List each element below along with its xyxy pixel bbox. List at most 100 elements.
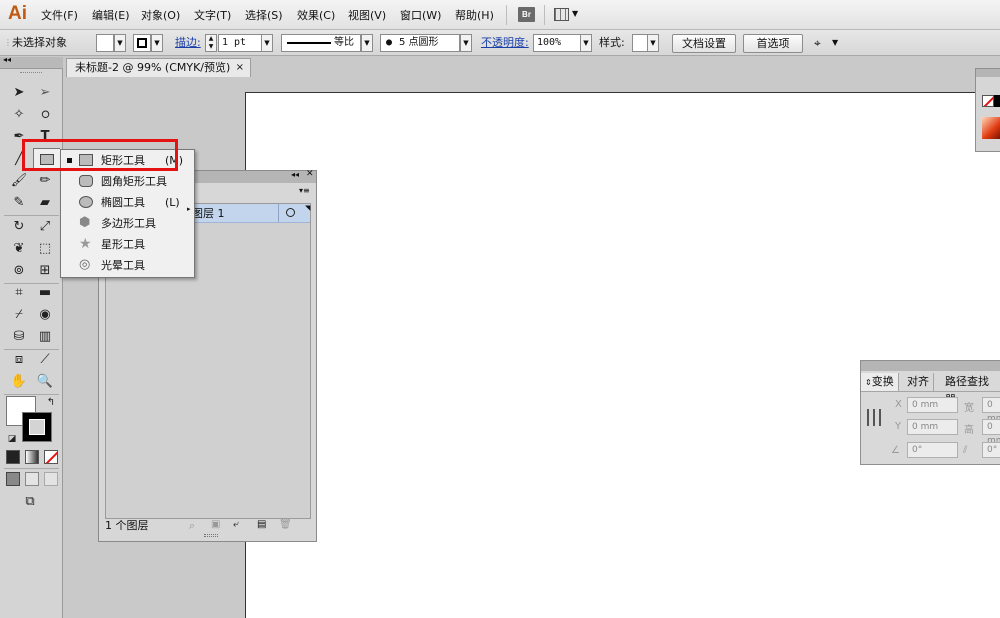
lasso-tool-icon[interactable]: ഠ bbox=[35, 105, 55, 125]
rotate-field[interactable]: 0° bbox=[907, 442, 958, 458]
menu-file[interactable]: 文件(F) bbox=[41, 7, 78, 23]
width-field[interactable]: 0 mm bbox=[982, 397, 1000, 424]
collapse-icon[interactable]: ◂◂ bbox=[291, 170, 299, 179]
blend-tool-icon[interactable]: ◉ bbox=[35, 305, 55, 325]
menu-help[interactable]: 帮助(H) bbox=[455, 7, 494, 23]
stroke-profile-field[interactable]: 等比 bbox=[281, 34, 361, 52]
zoom-tool-icon[interactable]: 🔍 bbox=[35, 372, 55, 392]
collapse-icon[interactable]: ◂◂ bbox=[3, 55, 11, 64]
stroke-weight-stepper[interactable]: ▲ ▼ bbox=[205, 34, 217, 52]
menu-effect[interactable]: 效果(C) bbox=[297, 7, 335, 23]
selection-tool-icon[interactable]: ➤ bbox=[9, 83, 29, 103]
style-swatch[interactable] bbox=[632, 34, 648, 52]
opacity-dropdown[interactable]: ▼ bbox=[580, 34, 592, 52]
stroke-color[interactable] bbox=[22, 412, 52, 442]
pencil-tool-icon[interactable]: ✏ bbox=[35, 171, 55, 191]
opacity-label[interactable]: 不透明度: bbox=[481, 34, 529, 52]
screen-mode-icon[interactable]: ⧉ bbox=[20, 492, 40, 512]
flyout-item-flare[interactable]: ◎ 光晕工具 bbox=[61, 255, 194, 276]
search-icon[interactable]: ⌕ bbox=[189, 519, 195, 533]
arrange-documents-button[interactable]: ▼ bbox=[554, 7, 580, 23]
menu-edit[interactable]: 编辑(E) bbox=[92, 7, 130, 23]
none-swatch[interactable] bbox=[982, 95, 994, 107]
document-tab[interactable]: 未标题-2 @ 99% (CMYK/预览) × bbox=[66, 58, 251, 77]
eraser-tool-icon[interactable]: ▰ bbox=[35, 193, 55, 213]
draw-normal-icon[interactable] bbox=[6, 472, 20, 486]
preferences-button[interactable]: 首选项 bbox=[743, 34, 803, 53]
resize-grip-icon[interactable] bbox=[204, 534, 218, 537]
new-layer-icon[interactable]: ▤ bbox=[257, 519, 266, 530]
menu-object[interactable]: 对象(O) bbox=[141, 7, 180, 23]
slice-tool-icon[interactable]: ⟋ bbox=[35, 350, 55, 370]
draw-inside-icon[interactable] bbox=[44, 472, 58, 486]
close-icon[interactable]: ✕ bbox=[306, 169, 314, 179]
flyout-item-star[interactable]: ★ 星形工具 bbox=[61, 234, 194, 255]
tab-align[interactable]: 对齐 bbox=[903, 373, 934, 391]
perspective-grid-tool-icon[interactable]: ⊞ bbox=[35, 261, 55, 281]
flyout-item-rounded-rectangle[interactable]: 圆角矩形工具 bbox=[61, 171, 194, 192]
paintbrush-tool-icon[interactable]: 🖌 bbox=[9, 171, 29, 191]
tab-pathfinder[interactable]: 路径查找器 bbox=[941, 373, 1000, 406]
new-sublayer-icon[interactable]: ⤶ bbox=[233, 519, 239, 530]
style-dropdown[interactable]: ▼ bbox=[647, 34, 659, 52]
tab-transform[interactable]: ⇕变换 bbox=[861, 373, 899, 391]
eyedropper-tool-icon[interactable]: ⌿ bbox=[9, 305, 29, 325]
trash-icon[interactable]: 🗑 bbox=[279, 519, 292, 530]
panel-menu-icon[interactable]: ▾≡ bbox=[299, 186, 310, 195]
artboard[interactable] bbox=[245, 92, 1000, 618]
shear-field[interactable]: 0° bbox=[982, 442, 1000, 458]
rotate-tool-icon[interactable]: ↻ bbox=[9, 217, 29, 237]
reference-point-icon[interactable] bbox=[867, 409, 884, 426]
gradient-tool-icon[interactable]: ▬ bbox=[35, 283, 55, 303]
warp-tool-icon[interactable]: ❦ bbox=[9, 239, 29, 259]
height-field[interactable]: 0 mm bbox=[982, 419, 1000, 446]
make-clip-icon[interactable]: ▣ bbox=[211, 519, 220, 530]
draw-behind-icon[interactable] bbox=[25, 472, 39, 486]
symbol-sprayer-tool-icon[interactable]: ⛁ bbox=[9, 327, 29, 347]
stroke-profile-dropdown[interactable]: ▼ bbox=[361, 34, 373, 52]
blob-brush-tool-icon[interactable]: ✎ bbox=[9, 193, 29, 213]
chevron-down-icon[interactable]: ▼ bbox=[832, 34, 838, 52]
bridge-button[interactable]: Br bbox=[518, 7, 535, 22]
none-mode-icon[interactable] bbox=[44, 450, 58, 464]
arrange-icon[interactable]: ⌖ bbox=[814, 34, 821, 52]
column-graph-tool-icon[interactable]: ▥ bbox=[35, 327, 55, 347]
black-swatch[interactable] bbox=[994, 95, 1000, 107]
menu-select[interactable]: 选择(S) bbox=[245, 7, 283, 23]
close-icon[interactable]: × bbox=[236, 59, 244, 77]
direct-selection-tool-icon[interactable]: ➢ bbox=[35, 83, 55, 103]
mesh-tool-icon[interactable]: ⌗ bbox=[9, 283, 29, 303]
target-icon[interactable] bbox=[286, 208, 295, 217]
brush-dropdown[interactable]: ▼ bbox=[460, 34, 472, 52]
stroke-swatch[interactable] bbox=[133, 34, 151, 52]
swap-icon[interactable]: ↰ bbox=[41, 393, 61, 413]
stroke-weight-dropdown[interactable]: ▼ bbox=[261, 34, 273, 52]
magic-wand-tool-icon[interactable]: ✧ bbox=[9, 105, 29, 125]
fill-swatch[interactable] bbox=[96, 34, 114, 52]
color-spectrum[interactable] bbox=[982, 117, 1000, 139]
color-mode-icon[interactable] bbox=[6, 450, 20, 464]
brush-field[interactable]: ● 5 点圆形 bbox=[380, 34, 460, 52]
y-field[interactable]: 0 mm bbox=[907, 419, 958, 435]
stroke-label[interactable]: 描边: bbox=[175, 34, 201, 52]
scale-tool-icon[interactable]: ⤢ bbox=[35, 217, 55, 237]
flyout-item-polygon[interactable]: ⬢ 多边形工具 bbox=[61, 213, 194, 234]
menu-view[interactable]: 视图(V) bbox=[348, 7, 386, 23]
expand-icon: ⇕ bbox=[865, 378, 872, 387]
flyout-item-ellipse[interactable]: 椭圆工具 (L) bbox=[61, 192, 194, 213]
hand-tool-icon[interactable]: ✋ bbox=[9, 372, 29, 392]
x-field[interactable]: 0 mm bbox=[907, 397, 958, 413]
selection-status: 未选择对象 bbox=[12, 36, 67, 49]
default-colors-icon[interactable]: ◪ bbox=[2, 429, 22, 449]
gradient-mode-icon[interactable] bbox=[25, 450, 39, 464]
opacity-field[interactable]: 100% bbox=[533, 34, 581, 52]
document-setup-button[interactable]: 文档设置 bbox=[672, 34, 736, 53]
menu-type[interactable]: 文字(T) bbox=[194, 7, 231, 23]
shape-builder-tool-icon[interactable]: ⊚ bbox=[9, 261, 29, 281]
artboard-tool-icon[interactable]: ⧈ bbox=[9, 350, 29, 370]
menu-window[interactable]: 窗口(W) bbox=[400, 7, 441, 23]
free-transform-tool-icon[interactable]: ⬚ bbox=[35, 239, 55, 259]
stroke-dropdown[interactable]: ▼ bbox=[151, 34, 163, 52]
stroke-weight-field[interactable]: 1 pt bbox=[218, 34, 262, 52]
fill-dropdown[interactable]: ▼ bbox=[114, 34, 126, 52]
